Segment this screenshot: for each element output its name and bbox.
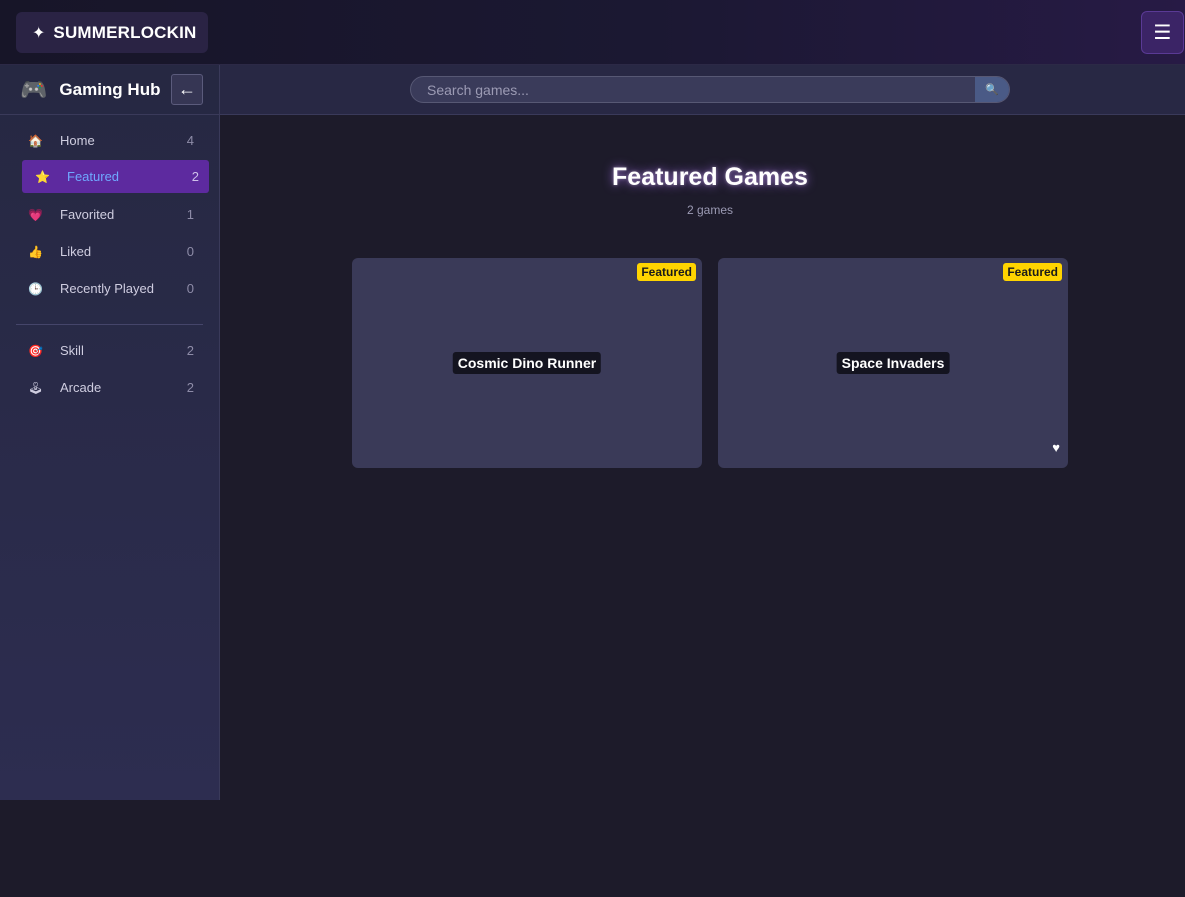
hamburger-menu-button[interactable]: ☰ (1141, 11, 1184, 54)
house-icon: 🏠 (28, 133, 43, 148)
hamburger-menu-icon: ☰ (1153, 22, 1172, 44)
search-bar-row: 🔍 (220, 65, 1185, 115)
clock-icon: 🕒 (28, 281, 43, 296)
sidebar-header: 🎮 Gaming Hub ← (0, 65, 219, 115)
featured-badge: Featured (1003, 263, 1062, 281)
game-card-cosmic-dino-runner[interactable]: Featured Cosmic Dino Runner (352, 258, 702, 468)
sidebar-item-recently-played[interactable]: 🕒 Recently Played 0 (22, 272, 209, 305)
top-bar: ✦ SUMMERLOCKIN ☰ (0, 0, 1185, 65)
sidebar-item-label: Recently Played (60, 281, 154, 296)
sidebar-item-label: Liked (60, 244, 92, 259)
sidebar-item-count: 0 (186, 244, 194, 259)
sidebar-title: Gaming Hub (59, 79, 161, 99)
collapse-sidebar-button[interactable]: ← (171, 74, 203, 105)
search-button[interactable]: 🔍 (975, 77, 1009, 102)
page-title: Featured Games (612, 163, 808, 191)
featured-badge: Featured (637, 263, 696, 281)
sidebar-item-featured[interactable]: ⭐ Featured 2 (22, 160, 209, 193)
sidebar-item-favorited[interactable]: 💗 Favorited 1 (22, 198, 209, 231)
sidebar-item-count: 2 (191, 169, 199, 184)
sidebar-divider (16, 324, 203, 325)
sidebar-item-count: 1 (186, 207, 194, 222)
star-icon: ⭐ (35, 169, 50, 184)
sidebar-item-count: 0 (186, 281, 194, 296)
heart-icon[interactable]: ♥ (1052, 440, 1060, 455)
gamepad-icon: 🎮 (20, 76, 48, 102)
game-title: Space Invaders (836, 352, 950, 374)
sparkle-icon: ✦ (32, 24, 46, 42)
sidebar-item-liked[interactable]: 👍 Liked 0 (22, 235, 209, 268)
sidebar-item-label: Skill (60, 343, 84, 358)
sidebar-item-skill[interactable]: 🎯 Skill 2 (22, 334, 209, 367)
search-input[interactable] (411, 77, 976, 102)
sidebar-item-label: Arcade (60, 380, 102, 395)
sidebar-item-label: Featured (67, 169, 120, 184)
sidebar-item-arcade[interactable]: 🕹 Arcade 2 (22, 371, 209, 404)
heart-icon: 💗 (28, 207, 43, 222)
sidebar: 🎮 Gaming Hub ← 🏠 Home 4 ⭐ Featured 2 💗 F… (0, 65, 220, 800)
sidebar-item-label: Favorited (60, 207, 115, 222)
sidebar-item-count: 2 (186, 343, 194, 358)
joystick-icon: 🕹 (28, 380, 44, 395)
game-title: Cosmic Dino Runner (452, 352, 602, 374)
arrow-left-icon: ← (178, 79, 196, 99)
game-card-space-invaders[interactable]: Featured Space Invaders ♥ (718, 258, 1068, 468)
brand-logo[interactable]: ✦ SUMMERLOCKIN (16, 12, 208, 53)
sidebar-item-label: Home (60, 133, 95, 148)
game-count: 2 games (686, 203, 734, 217)
brand-name: SUMMERLOCKIN (53, 22, 197, 42)
sidebar-item-count: 2 (186, 380, 194, 395)
search-box: 🔍 (410, 76, 1010, 103)
thumbs-up-icon: 👍 (28, 244, 43, 259)
sidebar-item-home[interactable]: 🏠 Home 4 (22, 124, 209, 157)
sidebar-item-count: 4 (186, 133, 194, 148)
magnifier-icon: 🔍 (985, 84, 999, 96)
target-icon: 🎯 (28, 343, 43, 358)
